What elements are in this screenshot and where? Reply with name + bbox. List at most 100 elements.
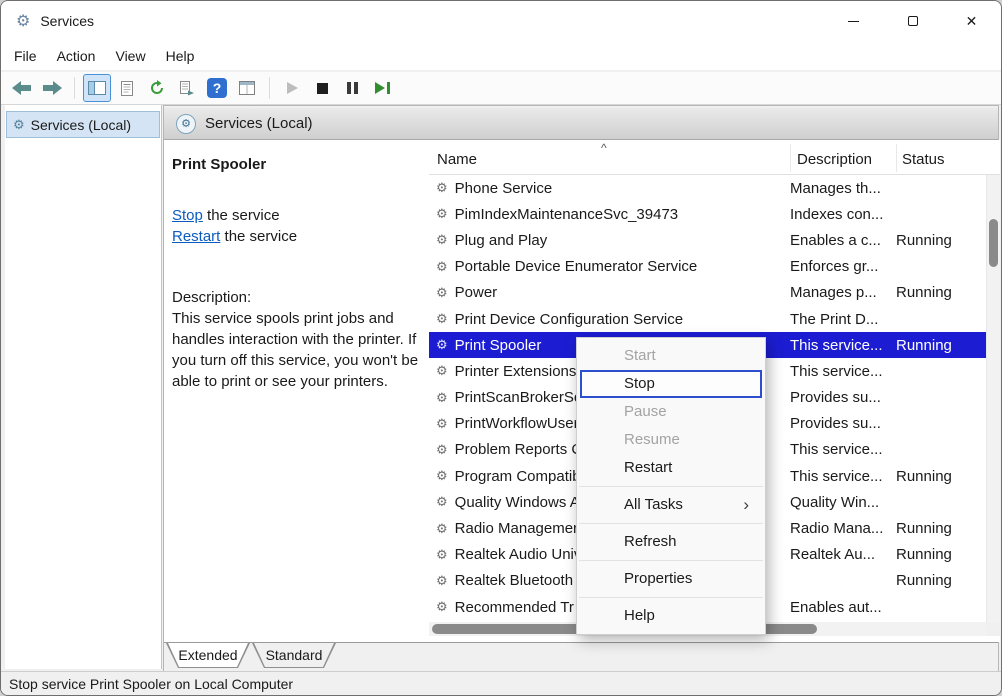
service-description-cell: Enables a c... bbox=[790, 232, 896, 249]
service-description-cell: Provides su... bbox=[790, 389, 896, 406]
menu-item-label: Pause bbox=[624, 403, 667, 420]
service-name: Phone Service bbox=[455, 180, 553, 197]
service-name: Recommended Tr bbox=[455, 599, 574, 616]
service-description-cell: Enables aut... bbox=[790, 599, 896, 616]
console-tree-panel: ⚙ Services (Local) bbox=[5, 105, 162, 669]
column-header-name[interactable]: Name bbox=[437, 151, 477, 168]
service-name: Power bbox=[455, 284, 498, 301]
table-row[interactable]: ⚙Print Device Configuration ServiceThe P… bbox=[429, 306, 986, 332]
status-bar-text: Stop service Print Spooler on Local Comp… bbox=[9, 676, 293, 692]
services-node-icon: ⚙ bbox=[13, 117, 25, 133]
menu-help[interactable]: Help bbox=[156, 44, 205, 68]
window-controls: ✕ bbox=[824, 1, 1001, 41]
table-row[interactable]: ⚙Portable Device Enumerator ServiceEnfor… bbox=[429, 254, 986, 280]
sort-ascending-icon: ^ bbox=[601, 141, 607, 155]
service-status-cell: Running bbox=[896, 572, 986, 589]
console-tree-icon bbox=[88, 81, 106, 95]
menu-item-label: Stop bbox=[624, 375, 655, 392]
pause-service-button[interactable] bbox=[339, 75, 365, 101]
menu-action[interactable]: Action bbox=[47, 44, 106, 68]
service-icon: ⚙ bbox=[436, 363, 448, 379]
service-name: Problem Reports C bbox=[455, 441, 583, 458]
tab-extended[interactable]: Extended bbox=[166, 643, 250, 668]
menu-view[interactable]: View bbox=[105, 44, 155, 68]
service-status-cell: Running bbox=[896, 337, 986, 354]
context-menu-item-refresh[interactable]: Refresh bbox=[580, 528, 762, 556]
services-header-icon: ⚙ bbox=[176, 114, 196, 134]
service-description-cell: Enforces gr... bbox=[790, 258, 896, 275]
close-icon: ✕ bbox=[966, 13, 978, 30]
maximize-icon bbox=[908, 16, 918, 26]
menu-item-label: Properties bbox=[624, 570, 692, 587]
view-button[interactable] bbox=[234, 75, 260, 101]
table-row[interactable]: ⚙PimIndexMaintenanceSvc_39473Indexes con… bbox=[429, 201, 986, 227]
service-description-cell: This service... bbox=[790, 441, 896, 458]
stop-service-link[interactable]: Stop bbox=[172, 207, 203, 224]
service-icon: ⚙ bbox=[436, 521, 448, 537]
service-description-cell: Indexes con... bbox=[790, 206, 896, 223]
menu-separator bbox=[579, 523, 763, 524]
stop-service-button[interactable] bbox=[309, 75, 335, 101]
context-menu-item-help[interactable]: Help bbox=[580, 602, 762, 630]
service-description-cell: This service... bbox=[790, 468, 896, 485]
stop-service-icon bbox=[317, 83, 328, 94]
context-menu-item-restart[interactable]: Restart bbox=[580, 454, 762, 482]
column-divider[interactable] bbox=[790, 144, 791, 172]
menu-separator bbox=[579, 486, 763, 487]
forward-button[interactable] bbox=[39, 75, 65, 101]
export-list-icon bbox=[179, 81, 195, 96]
service-icon: ⚙ bbox=[436, 259, 448, 275]
view-tabs: Extended Standard bbox=[164, 642, 998, 672]
service-name: Realtek Bluetooth bbox=[455, 572, 573, 589]
refresh-button[interactable] bbox=[144, 75, 170, 101]
scrollbar-corner bbox=[986, 622, 1000, 636]
menu-file[interactable]: File bbox=[4, 44, 47, 68]
tree-item-services-local[interactable]: ⚙ Services (Local) bbox=[7, 112, 159, 137]
title-bar: ⚙ Services ✕ bbox=[1, 1, 1001, 41]
service-description-cell: Quality Win... bbox=[790, 494, 896, 511]
service-icon: ⚙ bbox=[436, 442, 448, 458]
context-menu-item-all-tasks[interactable]: All Tasks› bbox=[580, 491, 762, 519]
service-icon: ⚙ bbox=[436, 232, 448, 248]
menu-item-label: Resume bbox=[624, 431, 680, 448]
context-menu-item-properties[interactable]: Properties bbox=[580, 565, 762, 593]
help-button[interactable]: ? bbox=[204, 75, 230, 101]
table-row[interactable]: ⚙Phone ServiceManages th... bbox=[429, 175, 986, 201]
tree-item-label: Services (Local) bbox=[31, 117, 131, 133]
service-icon: ⚙ bbox=[436, 468, 448, 484]
extended-detail-pane: Print Spooler Stop the service Restart t… bbox=[164, 140, 429, 642]
back-button[interactable] bbox=[9, 75, 35, 101]
properties-button[interactable] bbox=[114, 75, 140, 101]
services-app-icon: ⚙ bbox=[16, 11, 30, 31]
vertical-scrollbar-thumb[interactable] bbox=[989, 219, 998, 267]
export-list-button[interactable] bbox=[174, 75, 200, 101]
restart-service-link[interactable]: Restart bbox=[172, 228, 220, 245]
column-header-description[interactable]: Description bbox=[797, 151, 872, 168]
service-name: Print Spooler bbox=[455, 337, 542, 354]
context-menu-item-stop[interactable]: Stop bbox=[580, 370, 762, 398]
vertical-scrollbar[interactable] bbox=[986, 175, 1000, 622]
service-status-cell: Running bbox=[896, 546, 986, 563]
menu-item-label: Start bbox=[624, 347, 656, 364]
service-action-links: Stop the service Restart the service bbox=[172, 205, 423, 247]
service-icon: ⚙ bbox=[436, 180, 448, 196]
restart-service-button[interactable] bbox=[369, 75, 395, 101]
column-header-status[interactable]: Status bbox=[902, 151, 945, 168]
services-window: ⚙ Services ✕ File Action View Help bbox=[0, 0, 1002, 696]
table-row[interactable]: ⚙Plug and PlayEnables a c...Running bbox=[429, 227, 986, 253]
service-name: Plug and Play bbox=[455, 232, 548, 249]
show-console-tree-button[interactable] bbox=[84, 75, 110, 101]
close-button[interactable]: ✕ bbox=[942, 1, 1001, 41]
pause-service-icon bbox=[347, 82, 358, 94]
maximize-button[interactable] bbox=[883, 1, 942, 41]
start-service-icon bbox=[287, 82, 298, 94]
table-row[interactable]: ⚙PowerManages p...Running bbox=[429, 280, 986, 306]
service-name: PrintScanBrokerSe bbox=[455, 389, 583, 406]
service-name: PrintWorkflowUser bbox=[455, 415, 579, 432]
service-status-cell: Running bbox=[896, 468, 986, 485]
service-name: Quality Windows A bbox=[455, 494, 580, 511]
minimize-button[interactable] bbox=[824, 1, 883, 41]
tab-standard[interactable]: Standard bbox=[252, 643, 336, 668]
context-menu: Start Stop Pause Resume Restart All Tasks› Ref… bbox=[576, 337, 766, 635]
column-divider[interactable] bbox=[896, 144, 897, 172]
